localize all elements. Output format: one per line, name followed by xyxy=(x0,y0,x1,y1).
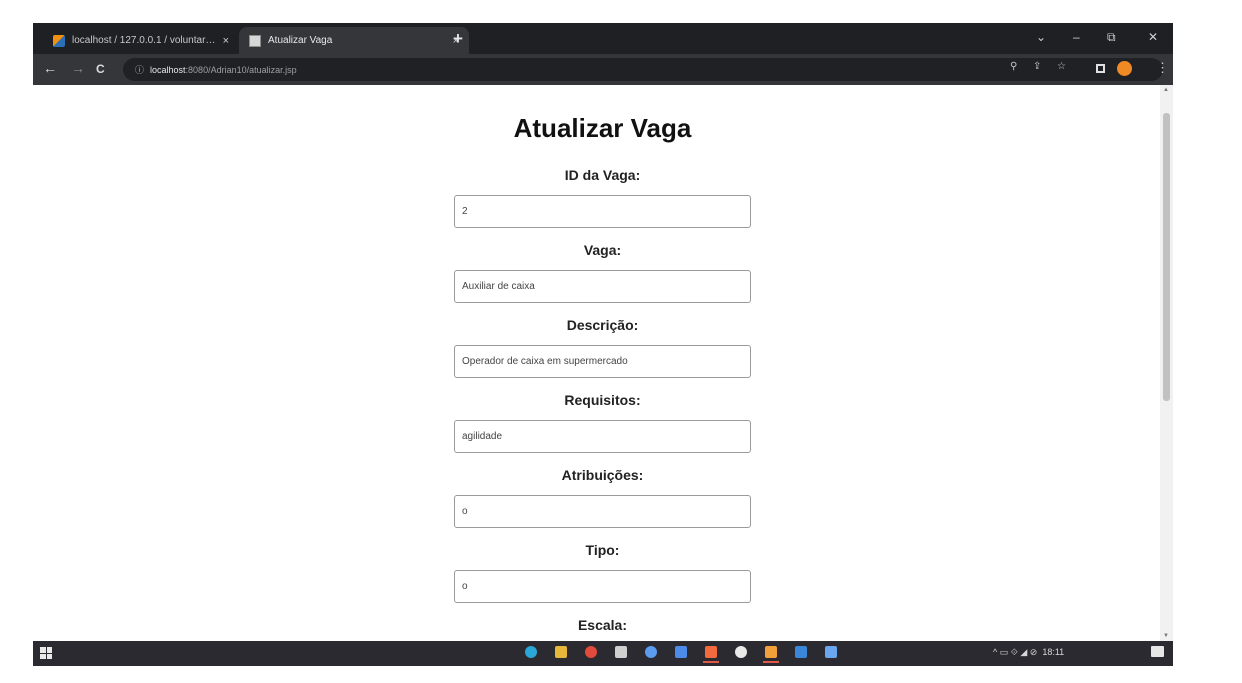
page-title: Atualizar Vaga xyxy=(513,113,692,143)
edge-icon[interactable] xyxy=(525,646,537,658)
extensions-icon[interactable] xyxy=(1096,64,1105,73)
close-tab-icon[interactable]: × xyxy=(223,35,229,47)
menu-icon[interactable]: ⋮ xyxy=(1156,60,1169,76)
windows-start-icon[interactable] xyxy=(40,647,52,659)
phpmyadmin-favicon-icon xyxy=(53,34,65,47)
escala-label: Escala: xyxy=(577,617,628,633)
minimize-button[interactable]: – xyxy=(1073,30,1080,44)
atribuicoes-input[interactable] xyxy=(454,495,751,528)
new-tab-button[interactable]: + xyxy=(453,29,463,49)
browser-toolbar: ← → C ⓘ localhost:8080/Adrian10/atualizar… xyxy=(33,54,1173,85)
chrome-icon[interactable] xyxy=(585,646,597,658)
forward-button[interactable]: → xyxy=(71,60,85,76)
browser-tab-strip: localhost / 127.0.0.1 / voluntar… × Atua… xyxy=(33,23,1173,54)
descricao-input[interactable] xyxy=(454,345,751,378)
scroll-up-icon[interactable]: ▲ xyxy=(1163,87,1169,93)
tab-title: Atualizar Vaga xyxy=(268,35,333,46)
id-label: ID da Vaga: xyxy=(564,167,641,183)
url-host: localhost xyxy=(150,65,186,75)
tipo-label: Tipo: xyxy=(585,542,620,558)
zoom-icon[interactable]: ⚲ xyxy=(1010,61,1017,72)
close-window-button[interactable]: ✕ xyxy=(1148,30,1158,44)
tipo-input[interactable] xyxy=(454,570,751,603)
url-text: ⓘ localhost:8080/Adrian10/atualizar.jsp xyxy=(135,63,297,76)
page-viewport: Atualizar Vaga ID da Vaga: Vaga: Descriç… xyxy=(33,85,1160,641)
url-path: :8080/Adrian10/atualizar.jsp xyxy=(185,65,297,75)
system-tray[interactable]: ^ ▭ ⟐ ◢ ⊘ 18:11 xyxy=(993,647,1064,658)
page-scrollbar[interactable]: ▲ ▼ xyxy=(1160,85,1173,641)
app-icon[interactable] xyxy=(645,646,657,658)
profile-avatar[interactable] xyxy=(1117,61,1132,76)
chrome-active-icon[interactable] xyxy=(763,646,779,663)
address-bar[interactable]: ⓘ localhost:8080/Adrian10/atualizar.jsp xyxy=(123,58,1163,81)
update-vacancy-form: Atualizar Vaga ID da Vaga: Vaga: Descriç… xyxy=(454,85,751,641)
requisitos-label: Requisitos: xyxy=(564,392,641,408)
descricao-label: Descrição: xyxy=(566,317,639,333)
screen: localhost / 127.0.0.1 / voluntar… × Atua… xyxy=(33,23,1173,666)
settings-icon[interactable] xyxy=(615,646,627,658)
page-favicon-icon xyxy=(249,34,261,47)
tab-atualizar-vaga[interactable]: Atualizar Vaga × xyxy=(239,27,469,54)
notepad-icon[interactable] xyxy=(825,646,837,658)
requisitos-input[interactable] xyxy=(454,420,751,453)
id-input[interactable] xyxy=(454,195,751,228)
tab-title: localhost / 127.0.0.1 / voluntar… xyxy=(72,35,216,46)
tray-icons: ^ ▭ ⟐ ◢ ⊘ xyxy=(993,647,1038,657)
restore-button[interactable]: ⧉ xyxy=(1107,30,1116,45)
scroll-down-icon[interactable]: ▼ xyxy=(1163,633,1169,639)
back-button[interactable]: ← xyxy=(43,60,57,76)
file-explorer-icon[interactable] xyxy=(555,646,567,658)
vaga-label: Vaga: xyxy=(583,242,622,258)
vaga-input[interactable] xyxy=(454,270,751,303)
clock[interactable]: 18:11 xyxy=(1042,647,1064,657)
office-icon[interactable] xyxy=(703,646,719,663)
app-icon[interactable] xyxy=(735,646,747,658)
bookmark-star-icon[interactable]: ☆ xyxy=(1057,61,1066,72)
tab-phpmyadmin[interactable]: localhost / 127.0.0.1 / voluntar… × xyxy=(43,27,239,54)
windows-taskbar: ^ ▭ ⟐ ◢ ⊘ 18:11 xyxy=(33,641,1173,666)
scroll-thumb[interactable] xyxy=(1163,113,1170,401)
editor-icon[interactable] xyxy=(795,646,807,658)
notification-icon[interactable] xyxy=(1151,646,1164,657)
reload-button[interactable]: C xyxy=(96,62,105,76)
site-info-icon[interactable]: ⓘ xyxy=(135,65,144,75)
share-icon[interactable]: ⇪ xyxy=(1033,61,1041,72)
atribuicoes-label: Atribuições: xyxy=(561,467,644,483)
todo-icon[interactable] xyxy=(675,646,687,658)
tab-search-icon[interactable]: ⌄ xyxy=(1036,30,1046,44)
